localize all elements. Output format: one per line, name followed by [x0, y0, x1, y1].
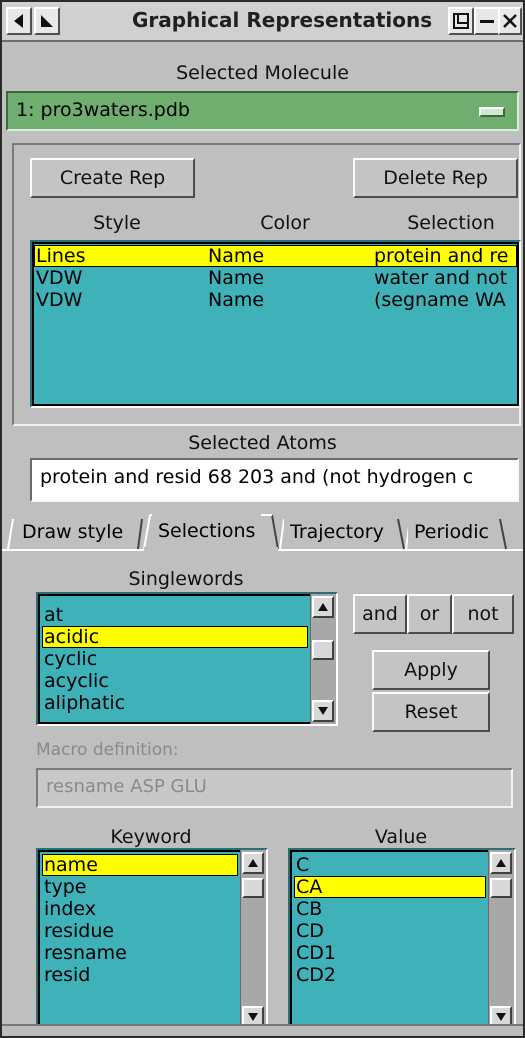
column-header-color: Color — [260, 212, 310, 234]
delete-rep-button[interactable]: Delete Rep — [353, 158, 518, 198]
rep-row[interactable]: VDW Name water and not — [34, 267, 517, 289]
value-label: Value — [374, 826, 428, 848]
singleword-item[interactable]: aliphatic — [42, 692, 308, 714]
maximize-button[interactable] — [448, 7, 474, 35]
keyword-item[interactable]: index — [42, 898, 238, 920]
corner-triangle-icon — [41, 15, 53, 27]
maximize-icon — [453, 13, 469, 29]
keyword-item[interactable]: residue — [42, 920, 238, 942]
arrow-left-icon — [14, 14, 23, 28]
value-item[interactable]: CD — [294, 920, 486, 942]
keyword-list[interactable]: name type index residue resname resid — [36, 848, 268, 1032]
minimize-icon — [480, 20, 494, 23]
rep-row[interactable]: Lines Name protein and re — [34, 245, 517, 267]
create-rep-button[interactable]: Create Rep — [30, 158, 195, 198]
value-list[interactable]: C CA CB CD CD1 CD2 — [288, 848, 516, 1032]
singlewords-scrollbar[interactable] — [310, 594, 336, 724]
window-title: Graphical Representations — [132, 8, 433, 32]
keyword-item[interactable]: resid — [42, 964, 238, 986]
graphical-representations-window: Graphical Representations Selected Molec… — [0, 0, 525, 1038]
macro-definition-label: Macro definition: — [36, 740, 179, 760]
singlewords-list[interactable]: at acidic cyclic acyclic aliphatic — [36, 592, 338, 726]
selected-molecule-label: Selected Molecule — [176, 62, 349, 84]
rep-style: Lines — [36, 245, 86, 267]
rep-selection: (segname WA — [374, 289, 506, 311]
tab-bar: Draw style Selections Trajectory Periodi… — [2, 511, 523, 551]
keyword-scrollbar[interactable] — [240, 850, 266, 1030]
apply-button[interactable]: Apply — [372, 650, 490, 690]
keyword-item[interactable]: type — [42, 876, 238, 898]
singleword-item[interactable]: acyclic — [42, 670, 308, 692]
column-header-selection: Selection — [407, 212, 495, 234]
scroll-thumb[interactable] — [242, 878, 264, 898]
shade-left-button[interactable] — [6, 7, 32, 35]
scroll-up-icon[interactable] — [490, 852, 512, 874]
value-item[interactable]: CA — [294, 876, 486, 898]
value-item[interactable]: CB — [294, 898, 486, 920]
singlewords-label: Singlewords — [128, 568, 244, 590]
window-menu-button[interactable] — [34, 7, 60, 35]
column-header-style: Style — [93, 212, 141, 234]
title-bar[interactable]: Graphical Representations — [2, 2, 523, 42]
value-scrollbar[interactable] — [488, 850, 514, 1030]
and-button[interactable]: and — [353, 594, 407, 634]
tab-draw-style[interactable]: Draw style — [16, 517, 130, 549]
selected-atoms-input[interactable]: protein and resid 68 203 and (not hydrog… — [30, 458, 519, 502]
tab-selections[interactable]: Selections — [152, 513, 262, 551]
close-button[interactable] — [498, 7, 522, 35]
menu-indicator-icon — [479, 107, 505, 117]
scroll-thumb[interactable] — [490, 878, 512, 898]
scroll-down-icon[interactable] — [312, 700, 334, 722]
tab-trajectory[interactable]: Trajectory — [284, 517, 390, 549]
tab-periodic[interactable]: Periodic — [408, 517, 495, 549]
not-button[interactable]: not — [452, 594, 514, 634]
value-item[interactable]: CD1 — [294, 942, 486, 964]
rep-style: VDW — [36, 289, 83, 311]
rep-color: Name — [208, 245, 265, 267]
reset-button[interactable]: Reset — [372, 692, 490, 732]
rep-style: VDW — [36, 267, 83, 289]
keyword-item[interactable]: resname — [42, 942, 238, 964]
rep-color: Name — [208, 289, 265, 311]
molecule-value: 1: pro3waters.pdb — [16, 99, 190, 121]
singleword-item[interactable]: at — [42, 604, 308, 626]
scroll-up-icon[interactable] — [312, 596, 334, 618]
rep-selection: protein and re — [374, 245, 509, 267]
reps-list[interactable]: Lines Name protein and re VDW Name water… — [30, 240, 521, 408]
value-item[interactable]: CD2 — [294, 964, 486, 986]
singleword-item[interactable]: acidic — [42, 626, 308, 648]
molecule-selector[interactable]: 1: pro3waters.pdb — [6, 91, 519, 131]
window-bottom-edge — [2, 1024, 523, 1036]
scroll-up-icon[interactable] — [242, 852, 264, 874]
singleword-item[interactable]: cyclic — [42, 648, 308, 670]
rep-selection: water and not — [374, 267, 508, 289]
or-button[interactable]: or — [407, 594, 452, 634]
scroll-thumb[interactable] — [312, 640, 334, 660]
rep-row[interactable]: VDW Name (segname WA — [34, 289, 517, 311]
selected-atoms-label: Selected Atoms — [188, 432, 337, 454]
close-icon — [503, 14, 517, 28]
minimize-button[interactable] — [474, 7, 500, 35]
macro-definition-input[interactable]: resname ASP GLU — [36, 768, 513, 808]
keyword-label: Keyword — [110, 826, 192, 848]
keyword-item[interactable]: name — [42, 854, 238, 876]
value-item[interactable]: C — [294, 854, 486, 876]
rep-color: Name — [208, 267, 265, 289]
